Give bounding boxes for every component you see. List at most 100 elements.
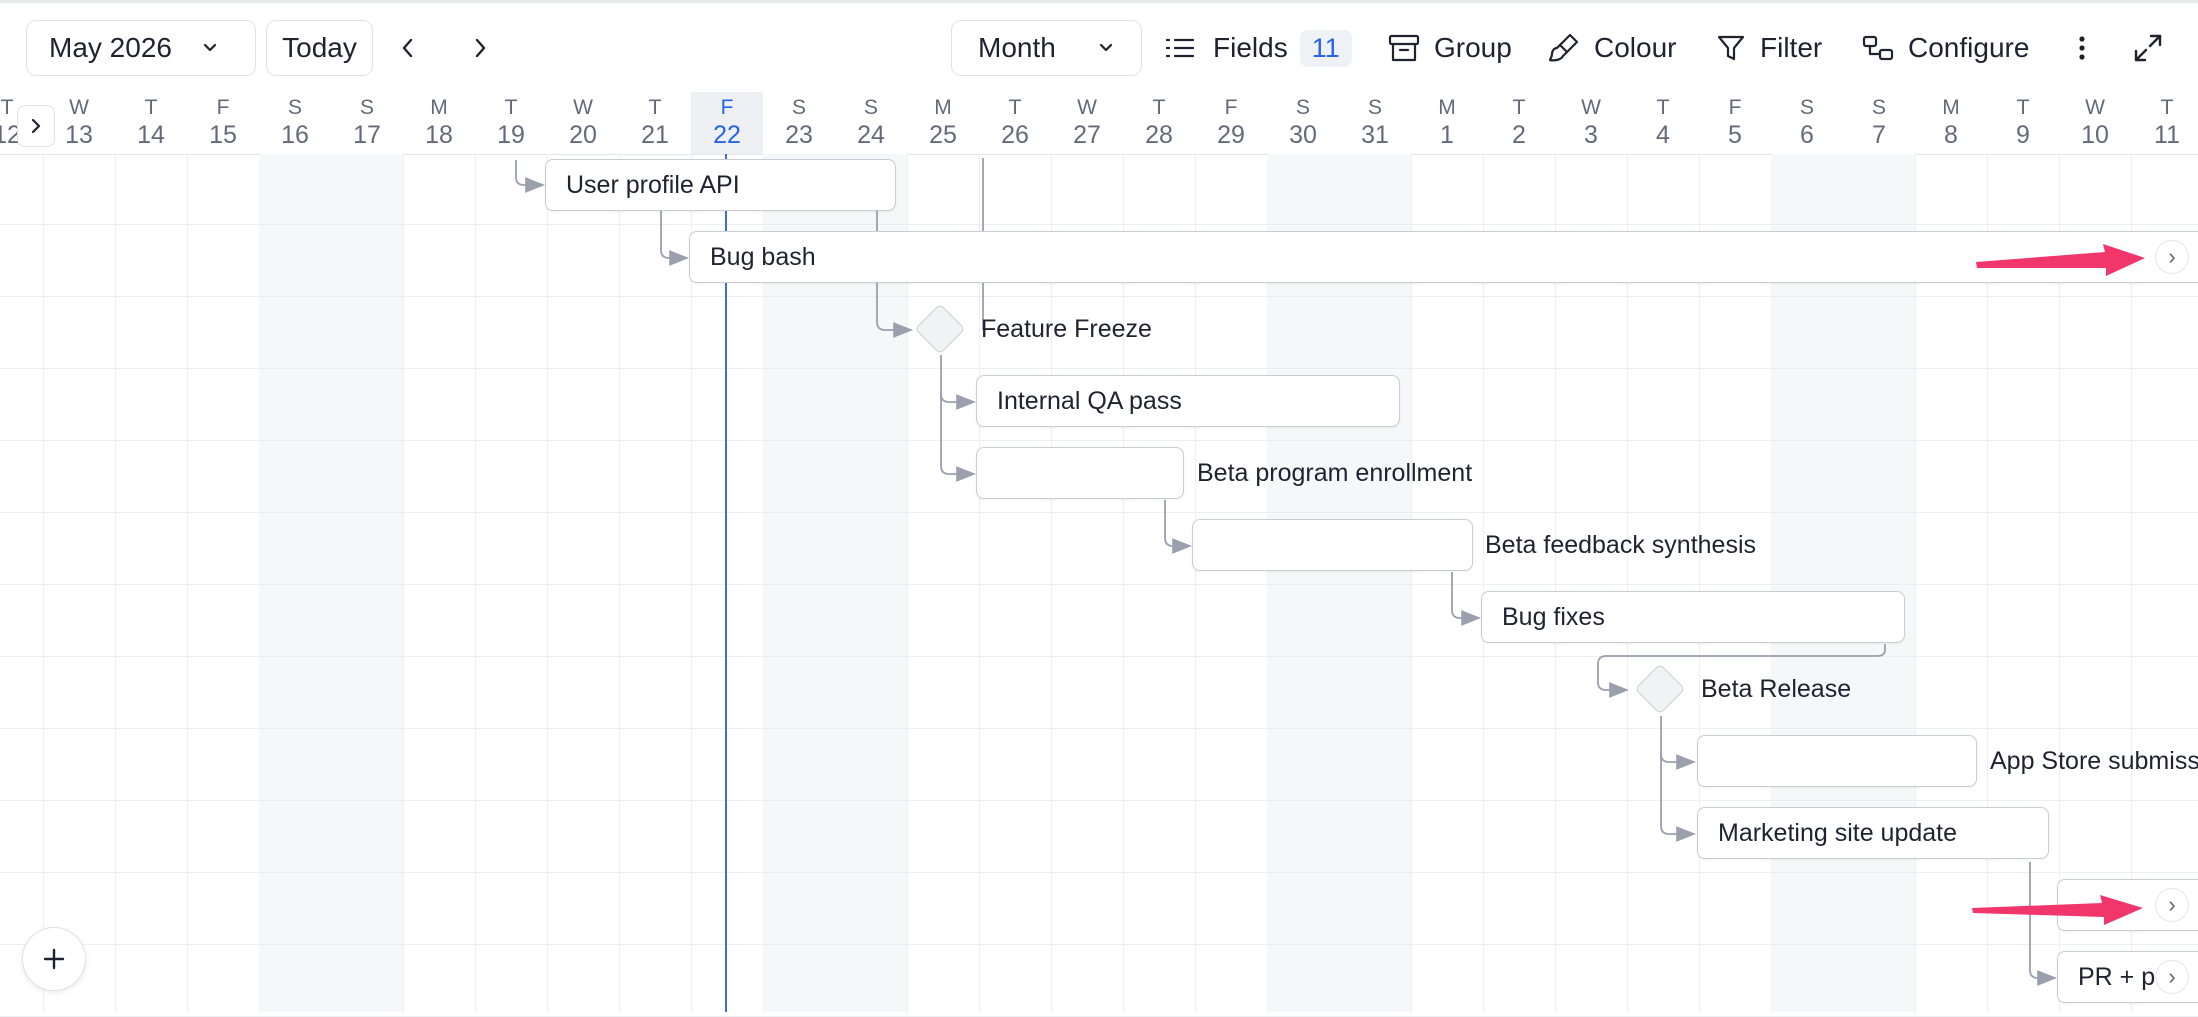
chevron-right-icon: › bbox=[2168, 964, 2176, 989]
chevron-down-icon bbox=[1099, 43, 1112, 52]
task-bar-beta-enrollment[interactable] bbox=[976, 447, 1184, 499]
weekday-label: W bbox=[2085, 96, 2105, 119]
day-header: W 10 bbox=[2059, 92, 2131, 154]
day-number: 7 bbox=[1872, 121, 1886, 149]
weekday-label: S bbox=[1799, 96, 1814, 119]
more-vertical-icon bbox=[2079, 36, 2085, 60]
day-number: 1 bbox=[1440, 121, 1454, 149]
grid-row-line bbox=[0, 800, 2198, 801]
grid-row-line bbox=[0, 512, 2198, 513]
day-number: 17 bbox=[353, 121, 381, 149]
paintbrush-icon bbox=[1548, 33, 1579, 62]
day-number: 5 bbox=[1728, 121, 1742, 149]
day-number: 29 bbox=[1217, 121, 1245, 149]
task-bar-app-store[interactable] bbox=[1697, 735, 1977, 787]
task-bar-beta-feedback[interactable] bbox=[1192, 519, 1473, 571]
day-number: 22 bbox=[713, 121, 741, 149]
scroll-to-task-button[interactable]: › bbox=[2155, 240, 2189, 274]
weekday-label: S bbox=[863, 96, 878, 119]
chevron-right-icon bbox=[475, 38, 486, 58]
plus-icon bbox=[43, 948, 65, 970]
grid-row-line bbox=[0, 368, 2198, 369]
weekday-label: M bbox=[934, 96, 952, 119]
day-number: 10 bbox=[2081, 121, 2109, 149]
task-bar-bug-bash[interactable]: Bug bash bbox=[689, 231, 2198, 283]
weekday-label: T bbox=[144, 96, 158, 119]
task-label-external: App Store submiss bbox=[1990, 747, 2198, 775]
day-number: 20 bbox=[569, 121, 597, 149]
fields-label: Fields bbox=[1213, 32, 1288, 63]
chevron-down-icon bbox=[203, 43, 217, 52]
task-label: Internal QA pass bbox=[997, 386, 1182, 415]
list-icon bbox=[1165, 38, 1195, 58]
task-label: User profile API bbox=[566, 170, 740, 199]
weekday-label: F bbox=[216, 96, 230, 119]
date-picker-button[interactable]: May 2026 bbox=[26, 20, 256, 76]
today-button[interactable]: Today bbox=[266, 20, 373, 76]
more-options-button[interactable] bbox=[2076, 20, 2088, 76]
day-header: F 15 bbox=[187, 92, 259, 154]
timeline-header: T 12 W 13 T 14 F 15 S 16 S 17 M 18 T 19 W 20 T 21 F 22 S 23 S 24 M… bbox=[0, 92, 2198, 155]
day-header: F5 bbox=[1699, 92, 1771, 154]
day-number: 31 bbox=[1361, 121, 1389, 149]
grid-column-line bbox=[547, 154, 548, 1012]
task-bar-user-profile-api[interactable]: User profile API bbox=[545, 159, 896, 211]
weekday-label: S bbox=[359, 96, 374, 119]
day-number: 23 bbox=[785, 121, 813, 149]
weekday-label: M bbox=[1942, 96, 1960, 119]
view-mode-label: Month bbox=[978, 32, 1056, 63]
day-header: T 11 bbox=[2131, 92, 2198, 154]
configure-button[interactable]: Configure bbox=[1862, 20, 2029, 76]
day-header: S 30 bbox=[1267, 92, 1339, 154]
weekday-label: M bbox=[430, 96, 448, 119]
add-task-button[interactable] bbox=[22, 927, 86, 991]
previous-button[interactable] bbox=[398, 20, 422, 76]
weekend-column bbox=[331, 154, 403, 1012]
scroll-to-task-button[interactable]: › bbox=[2155, 960, 2189, 994]
day-header: W 27 bbox=[1051, 92, 1123, 154]
weekday-label: S bbox=[791, 96, 806, 119]
date-picker-label: May 2026 bbox=[49, 32, 172, 63]
chevron-left-icon bbox=[402, 38, 413, 58]
day-header: W 20 bbox=[547, 92, 619, 154]
expand-panel-button[interactable] bbox=[17, 105, 55, 147]
colour-label: Colour bbox=[1594, 32, 1677, 63]
weekday-label: T bbox=[2016, 96, 2030, 119]
group-button[interactable]: Group bbox=[1388, 20, 1512, 76]
weekday-label: W bbox=[573, 96, 593, 119]
task-bar-bug-fixes[interactable]: Bug fixes bbox=[1481, 591, 1905, 643]
weekday-label: W bbox=[1581, 96, 1601, 119]
filter-button[interactable]: Filter bbox=[1716, 20, 1822, 76]
weekday-label: F bbox=[1728, 96, 1742, 119]
task-label: PR + p bbox=[2078, 962, 2156, 991]
task-bar-marketing-site[interactable]: Marketing site update bbox=[1697, 807, 2049, 859]
day-header: S 17 bbox=[331, 92, 403, 154]
day-number: 3 bbox=[1584, 121, 1598, 149]
grid-column-line bbox=[403, 154, 404, 1012]
weekday-label: T bbox=[504, 96, 518, 119]
view-mode-select[interactable]: Month bbox=[951, 20, 1142, 76]
scroll-to-task-button[interactable]: › bbox=[2155, 888, 2189, 922]
today-label: Today bbox=[282, 32, 357, 63]
day-header: T 14 bbox=[115, 92, 187, 154]
next-button[interactable] bbox=[470, 20, 494, 76]
task-bar-internal-qa[interactable]: Internal QA pass bbox=[976, 375, 1400, 427]
day-number: 8 bbox=[1944, 121, 1958, 149]
day-number: 6 bbox=[1800, 121, 1814, 149]
weekday-label: T bbox=[648, 96, 662, 119]
day-number: 25 bbox=[929, 121, 957, 149]
day-header: M1 bbox=[1411, 92, 1483, 154]
configure-label: Configure bbox=[1908, 32, 2030, 63]
fullscreen-button[interactable] bbox=[2132, 20, 2164, 76]
grid-row-line bbox=[0, 296, 2198, 297]
chevron-right-icon bbox=[31, 118, 41, 134]
weekday-label: S bbox=[1367, 96, 1382, 119]
day-header: T9 bbox=[1987, 92, 2059, 154]
fields-button[interactable]: Fields 11 bbox=[1165, 20, 1352, 76]
colour-button[interactable]: Colour bbox=[1548, 20, 1676, 76]
grid-row-line bbox=[0, 584, 2198, 585]
day-number: 19 bbox=[497, 121, 525, 149]
day-number: 26 bbox=[1001, 121, 1029, 149]
weekend-column bbox=[259, 154, 331, 1012]
grid-column-line bbox=[115, 154, 116, 1012]
